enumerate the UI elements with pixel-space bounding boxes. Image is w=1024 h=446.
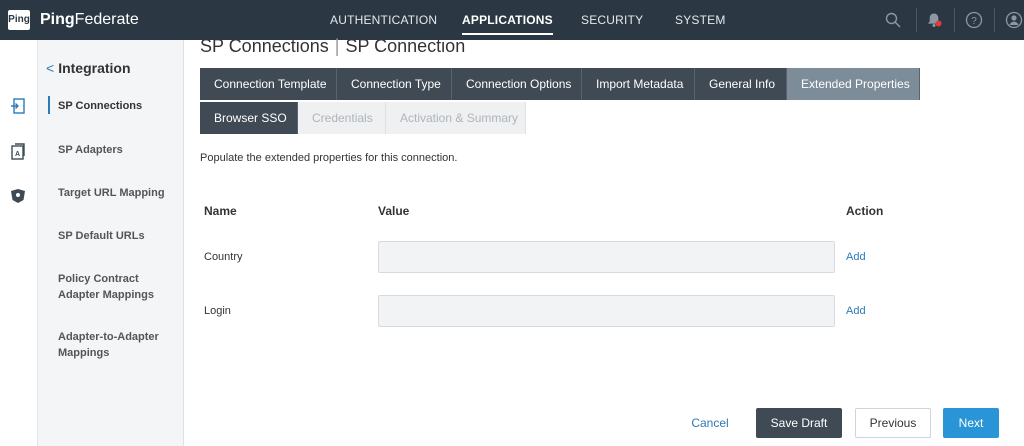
divider — [954, 8, 955, 32]
sp-adapters-icon[interactable]: A — [8, 142, 28, 162]
property-name-country: Country — [204, 251, 243, 263]
chevron-left-icon: < — [46, 60, 55, 76]
target-url-mapping-icon[interactable] — [8, 186, 28, 206]
sidebar-item-target-url-mapping[interactable]: Target URL Mapping — [58, 185, 178, 201]
brand-light: Federate — [74, 11, 139, 28]
tab-connection-options[interactable]: Connection Options — [452, 68, 582, 100]
breadcrumb-sp-connections[interactable]: SP Connections — [200, 36, 329, 56]
sidebar-item-sp-connections[interactable]: SP Connections — [58, 98, 178, 114]
nav-system[interactable]: SYSTEM — [675, 13, 726, 27]
tab-import-metadata[interactable]: Import Metadata — [582, 68, 695, 100]
tab-browser-sso[interactable]: Browser SSO — [200, 102, 298, 134]
ping-logo[interactable]: Ping — [8, 10, 30, 30]
column-header-value: Value — [378, 204, 410, 218]
active-indicator — [48, 96, 50, 114]
nav-authentication[interactable]: AUTHENTICATION — [330, 13, 437, 27]
wizard-tabs-row-1: Connection Template Connection Type Conn… — [200, 68, 920, 100]
tab-activation-summary: Activation & Summary — [386, 102, 526, 134]
tab-extended-properties[interactable]: Extended Properties — [787, 68, 920, 100]
help-icon[interactable]: ? — [964, 10, 984, 30]
product-name[interactable]: PingFederate — [40, 11, 139, 29]
tab-connection-template[interactable]: Connection Template — [200, 68, 337, 100]
search-icon[interactable] — [883, 10, 903, 30]
tab-connection-type[interactable]: Connection Type — [337, 68, 452, 100]
icon-rail: A — [0, 40, 38, 446]
nav-security[interactable]: SECURITY — [581, 13, 643, 27]
brand-bold: Ping — [40, 11, 75, 28]
column-header-name: Name — [204, 204, 237, 218]
save-draft-button[interactable]: Save Draft — [756, 408, 842, 438]
svg-text:A: A — [15, 151, 20, 158]
divider — [916, 8, 917, 32]
breadcrumb: SP Connections | SP Connection — [200, 36, 465, 57]
divider — [994, 8, 995, 32]
main-content: SP Connections | SP Connection Connection … — [184, 36, 1024, 446]
next-button[interactable]: Next — [943, 408, 999, 438]
breadcrumb-separator: | — [334, 36, 340, 56]
nav-applications[interactable]: APPLICATIONS — [462, 13, 553, 35]
back-to-integration[interactable]: < Integration — [46, 60, 131, 76]
sidebar-item-sp-adapters[interactable]: SP Adapters — [58, 142, 178, 158]
sp-connections-icon[interactable] — [8, 96, 28, 116]
add-country-link[interactable]: Add — [846, 251, 866, 263]
sidebar-item-adapter-to-adapter-mappings[interactable]: Adapter-to-Adapter Mappings — [58, 329, 168, 361]
previous-button[interactable]: Previous — [855, 408, 931, 438]
login-value-input[interactable] — [378, 295, 835, 327]
back-label: Integration — [58, 60, 131, 76]
instructions-text: Populate the extended properties for thi… — [200, 152, 458, 164]
add-login-link[interactable]: Add — [846, 305, 866, 317]
wizard-tabs-row-2: Browser SSO Credentials Activation & Sum… — [200, 102, 526, 134]
sidebar-item-policy-contract-adapter-mappings[interactable]: Policy Contract Adapter Mappings — [58, 271, 158, 303]
property-name-login: Login — [204, 305, 231, 317]
tab-general-info[interactable]: General Info — [695, 68, 787, 100]
tab-credentials: Credentials — [298, 102, 386, 134]
notification-bell-icon[interactable] — [924, 10, 944, 30]
country-value-input[interactable] — [378, 241, 835, 273]
sidebar-item-sp-default-urls[interactable]: SP Default URLs — [58, 228, 178, 244]
column-header-action: Action — [846, 204, 884, 218]
user-icon[interactable] — [1004, 10, 1024, 30]
top-bar: Ping PingFederate AUTHENTICATION APPLICA… — [0, 0, 1024, 40]
breadcrumb-sp-connection: SP Connection — [345, 36, 466, 56]
svg-text:?: ? — [971, 16, 977, 27]
cancel-button[interactable]: Cancel — [684, 408, 736, 438]
side-nav: < Integration SP Connections SP Adapters … — [38, 40, 184, 446]
